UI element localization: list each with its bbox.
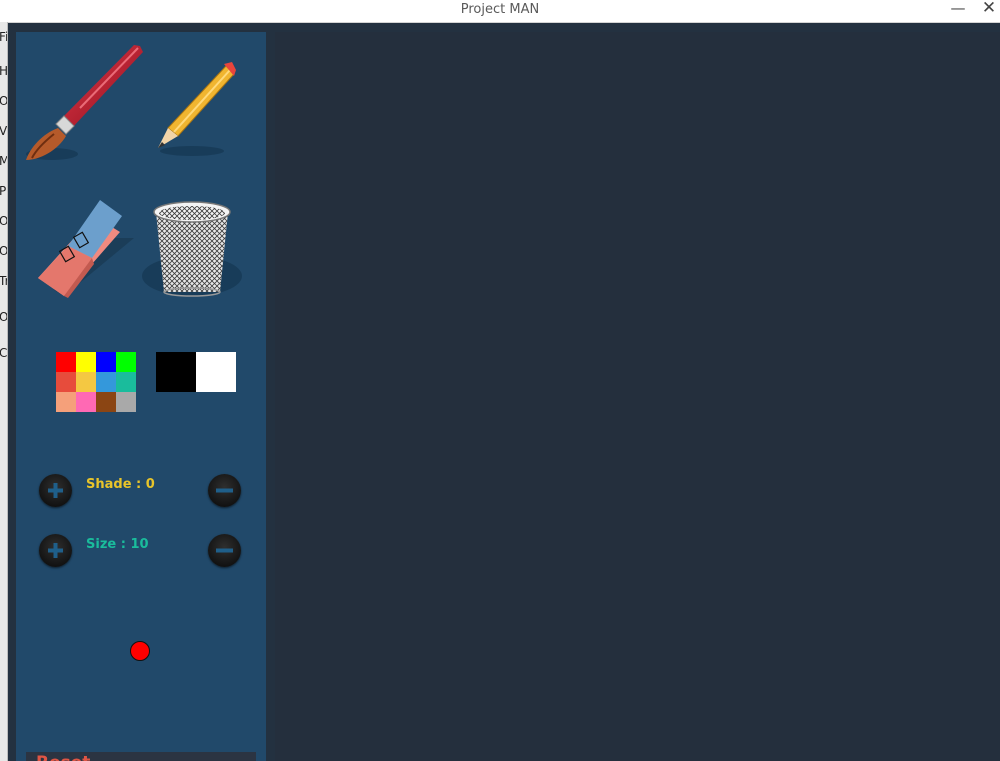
size-label: Size : 10 [86, 537, 149, 552]
size-decrease-button[interactable] [208, 534, 241, 567]
size-increase-button[interactable] [39, 534, 72, 567]
color-swatch[interactable] [76, 372, 96, 392]
color-swatch[interactable] [56, 372, 76, 392]
color-swatch[interactable] [76, 392, 96, 412]
minus-icon [216, 488, 233, 493]
background-menu-fragment: O [0, 214, 7, 228]
background-menu-fragment: M [0, 154, 7, 168]
background-window-strip: Fi H O Vi M Pi O O Tr O Co [0, 22, 8, 761]
minus-icon [216, 548, 233, 553]
plus-icon [48, 543, 63, 558]
minimize-button[interactable]: — [947, 0, 969, 18]
background-menu-fragment: Co [0, 346, 7, 360]
shade-decrease-button[interactable] [208, 474, 241, 507]
background-menu-fragment: O [0, 244, 7, 258]
background-menu-fragment: O [0, 310, 7, 324]
reset-label: Reset [36, 753, 90, 761]
background-menu-fragment: Pi [0, 184, 7, 198]
pencil-tool[interactable] [152, 60, 238, 158]
pencil-icon [158, 62, 236, 156]
eraser-icon [38, 200, 134, 298]
clear-canvas-tool[interactable] [142, 196, 242, 300]
eraser-tool[interactable] [34, 198, 138, 302]
background-menu-fragment: Fi [0, 30, 7, 44]
paintbrush-tool[interactable] [22, 42, 144, 166]
color-swatch[interactable] [96, 352, 116, 372]
black-white-palette [156, 352, 236, 392]
color-swatch[interactable] [116, 352, 136, 372]
window-titlebar: Project MAN — ✕ [0, 0, 1000, 23]
background-menu-fragment: H [0, 64, 7, 78]
shade-label: Shade : 0 [86, 477, 155, 492]
white-swatch[interactable] [196, 352, 236, 392]
color-swatch[interactable] [96, 372, 116, 392]
color-swatch[interactable] [96, 392, 116, 412]
paintbrush-icon [26, 45, 143, 160]
color-swatch[interactable] [56, 392, 76, 412]
color-swatch[interactable] [116, 372, 136, 392]
background-menu-fragment: Tr [0, 274, 7, 288]
color-swatch[interactable] [116, 392, 136, 412]
color-swatch[interactable] [76, 352, 96, 372]
black-swatch[interactable] [156, 352, 196, 392]
plus-icon [48, 483, 63, 498]
drawing-canvas[interactable] [275, 32, 1000, 761]
trash-bin-icon [142, 201, 242, 297]
shade-increase-button[interactable] [39, 474, 72, 507]
reset-button[interactable]: Reset [26, 752, 256, 761]
color-swatch[interactable] [56, 352, 76, 372]
current-color-indicator [130, 641, 150, 661]
window-title: Project MAN [460, 2, 540, 17]
background-menu-fragment: O [0, 94, 7, 108]
close-button[interactable]: ✕ [978, 0, 1000, 18]
color-palette [56, 352, 136, 412]
background-menu-fragment: Vi [0, 124, 7, 138]
